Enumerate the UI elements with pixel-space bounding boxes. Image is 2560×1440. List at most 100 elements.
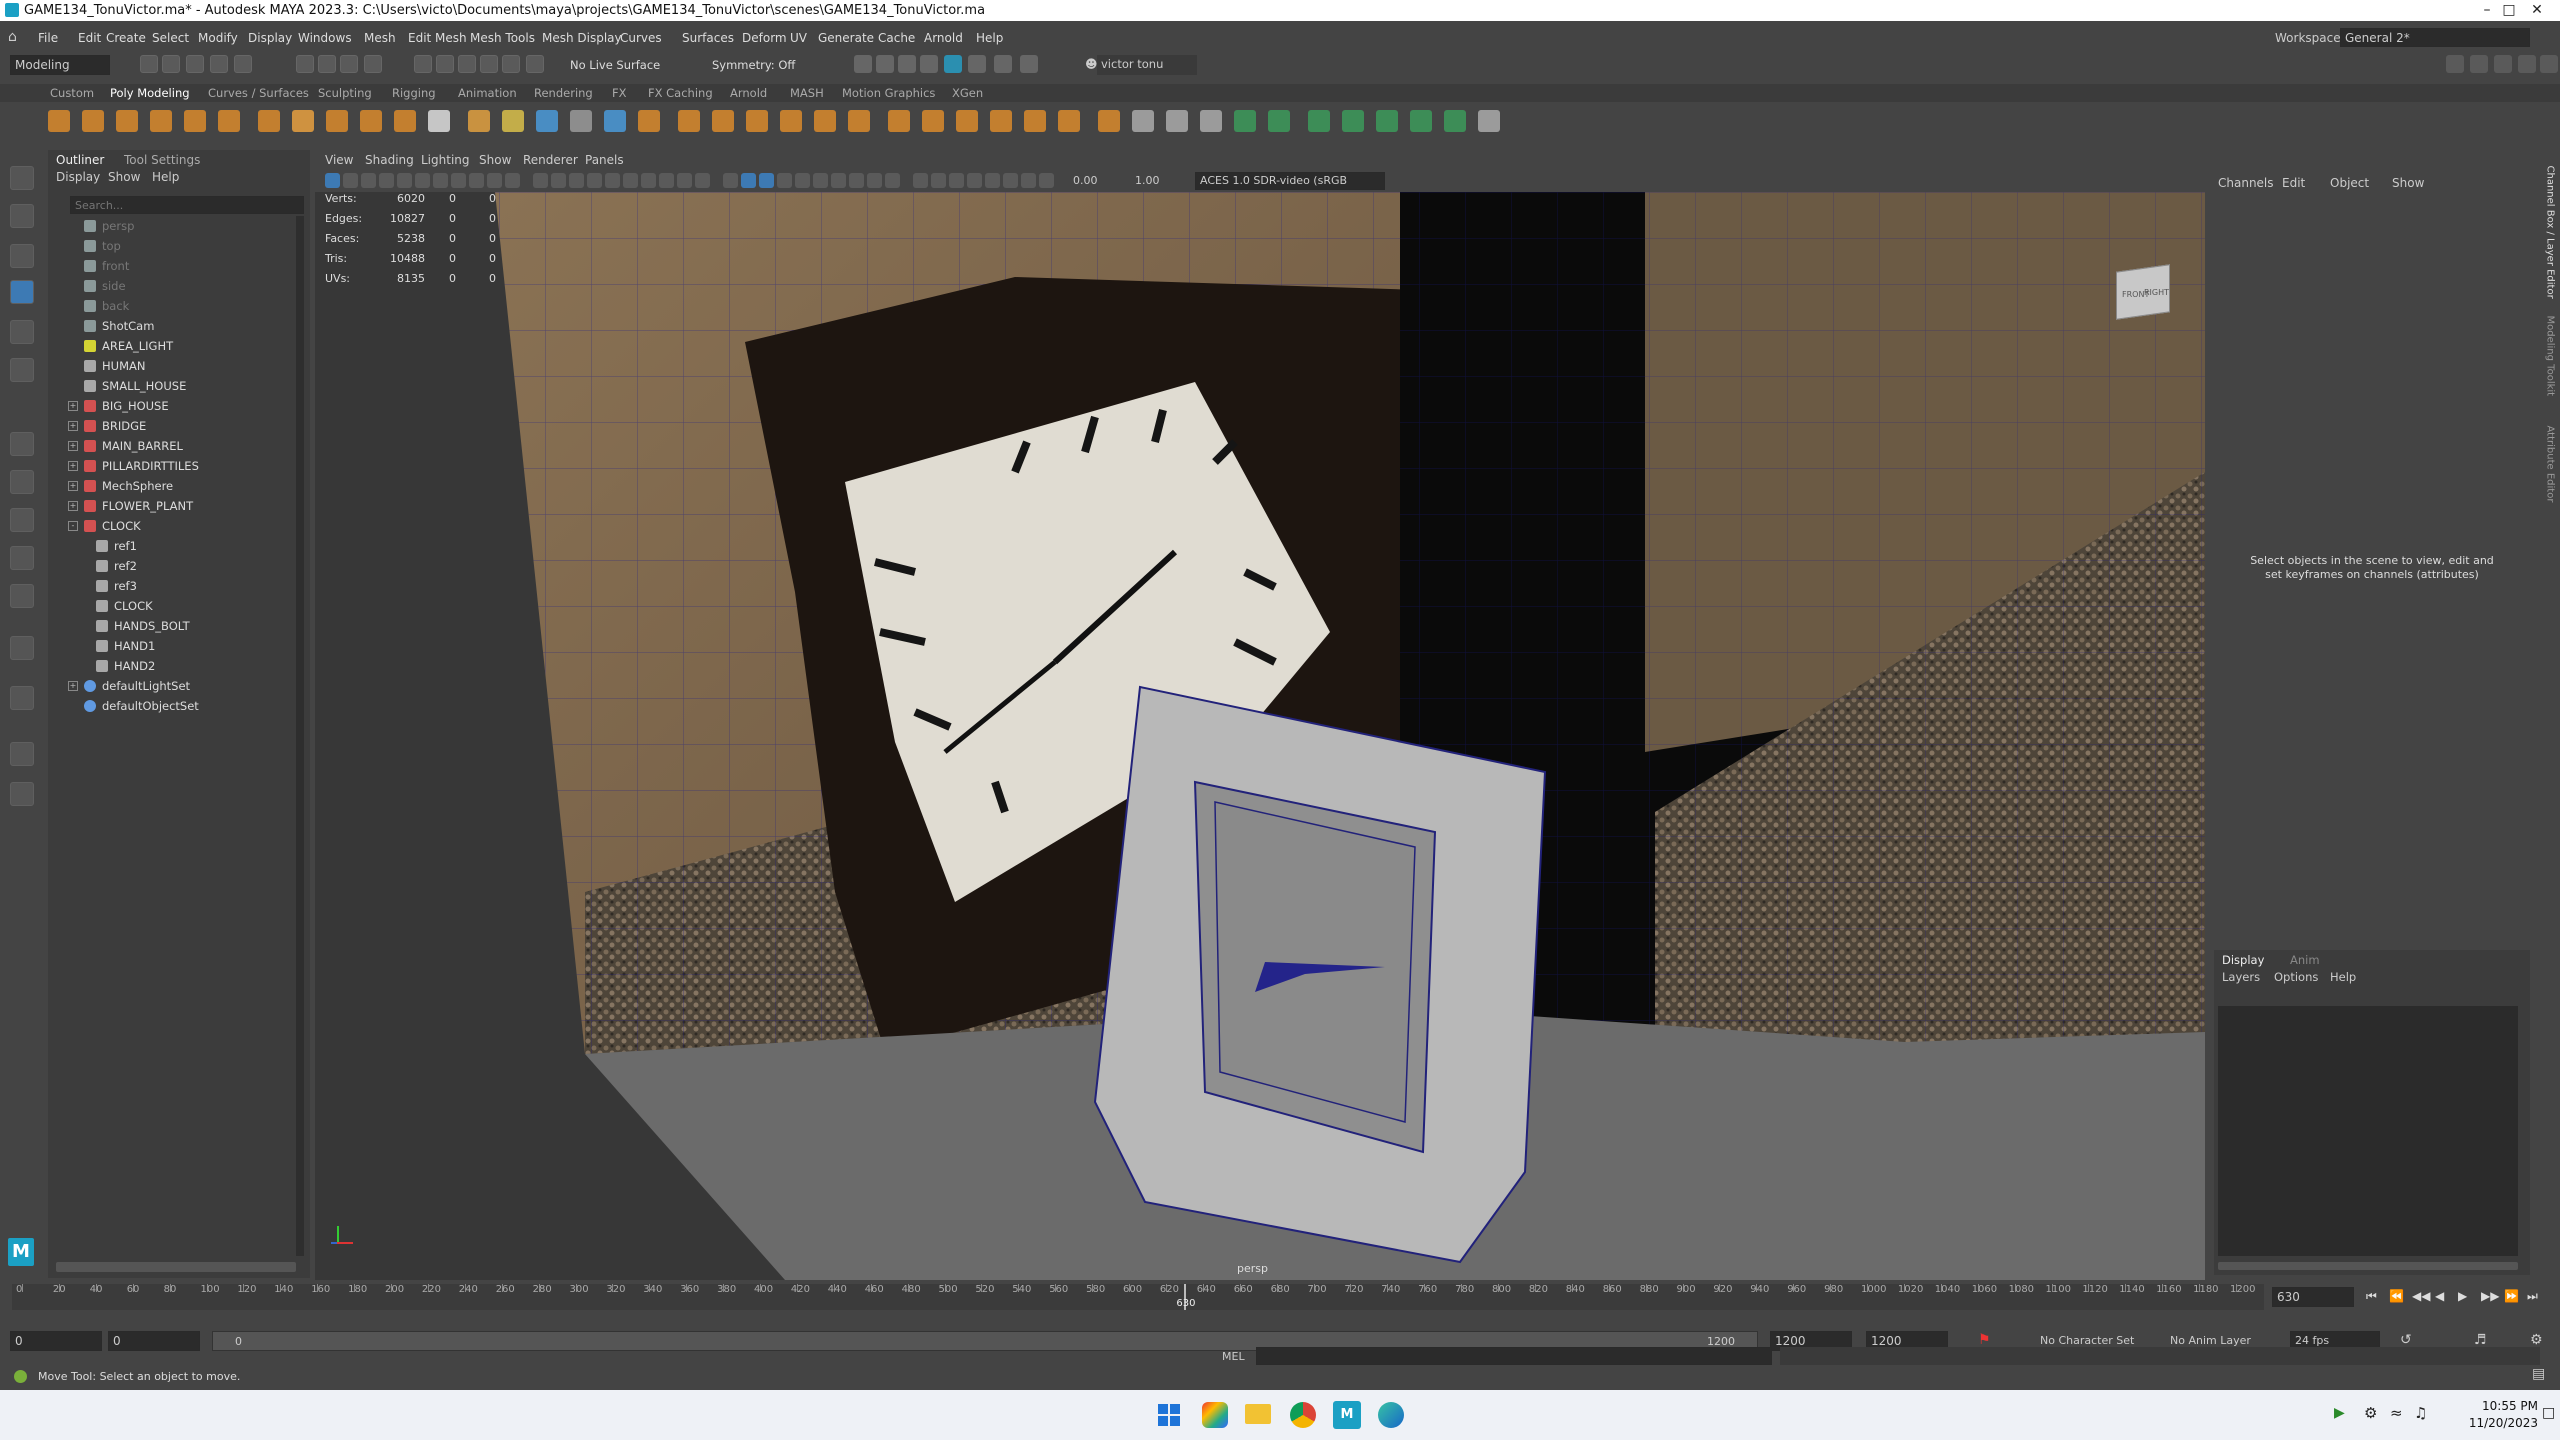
soft-select-icon[interactable] [10,470,34,494]
viewport-menu-show[interactable]: Show [479,153,511,167]
side-tab-modeling-toolkit[interactable]: Modeling Toolkit [2545,316,2556,416]
render-tool-icon[interactable] [898,55,916,73]
shelf-tool-icon[interactable] [258,110,280,132]
shelf-tool-icon[interactable] [360,110,382,132]
shelf-tool-icon[interactable] [638,110,660,132]
viewport-tool-icon[interactable] [587,173,602,188]
render-tool-icon[interactable] [854,55,872,73]
expand-toggle-icon[interactable]: + [68,401,78,411]
script-lang-label[interactable]: MEL [1222,1350,1245,1363]
shelf-tool-icon[interactable] [502,110,524,132]
shelf-tool-icon[interactable] [218,110,240,132]
user-select[interactable]: victor tonu [1097,55,1197,75]
viewport-tool-icon[interactable] [885,173,900,188]
step-back-key-icon[interactable]: ⏪ [2389,1289,2404,1303]
shelf-tool-icon[interactable] [848,110,870,132]
outliner-menu-display[interactable]: Display [56,170,100,184]
shelf-tool-icon[interactable] [1234,110,1256,132]
viewport-tool-icon[interactable] [487,173,502,188]
viewport-menu-lighting[interactable]: Lighting [421,153,470,167]
file-explorer-icon[interactable] [1245,1404,1271,1424]
shelf-tool-icon[interactable] [82,110,104,132]
select-tool-icon[interactable] [10,166,34,190]
shelf-tool-icon[interactable] [1024,110,1046,132]
workspace-select[interactable]: General 2* [2340,28,2530,47]
mode-select[interactable]: Modeling [10,55,110,75]
shelf-tool-icon[interactable] [888,110,910,132]
shelf-tab-animation[interactable]: Animation [458,86,517,100]
shelf-tab-rigging[interactable]: Rigging [392,86,436,100]
panel-toggle-icon[interactable] [2470,55,2488,73]
viewport-tool-icon[interactable] [849,173,864,188]
shelf-tab-arnold[interactable]: Arnold [730,86,767,100]
viewport-tool-icon[interactable] [505,173,520,188]
viewport-tool-icon[interactable] [1039,173,1054,188]
outliner-item[interactable]: side [48,276,298,296]
outliner-item[interactable]: ref3 [48,576,298,596]
shelf-tool-icon[interactable] [1098,110,1120,132]
expand-toggle-icon[interactable]: + [68,681,78,691]
chrome-icon[interactable] [1290,1402,1316,1428]
menu-cache[interactable]: Cache [878,31,915,45]
outliner-item[interactable]: ShotCam [48,316,298,336]
outliner-item[interactable]: + BIG_HOUSE [48,396,298,416]
tab-outliner[interactable]: Outliner [56,153,104,167]
go-to-start-icon[interactable]: ⏮ [2366,1289,2377,1304]
time-slider[interactable]: 0 20 40 60 80 100 120 140 160 180 200 220 240 260 280 3… [0,1282,2560,1314]
maya-taskbar-icon[interactable]: M [1333,1401,1361,1429]
layer-hscrollbar[interactable] [2218,1262,2518,1270]
side-tab-channel-box[interactable]: Channel Box / Layer Editor [2545,166,2556,306]
shelf-tool-icon[interactable] [468,110,490,132]
outliner-item[interactable]: + defaultLightSet [48,676,298,696]
outliner-item[interactable]: CLOCK [48,596,298,616]
viewport-menu-renderer[interactable]: Renderer [523,153,578,167]
shelf-tool-icon[interactable] [1410,110,1432,132]
expand-toggle-icon[interactable]: + [68,441,78,451]
shelf-tab-poly-modeling[interactable]: Poly Modeling [110,86,190,100]
shelf-tool-icon[interactable] [1342,110,1364,132]
menu-arnold[interactable]: Arnold [924,31,963,45]
viewport-menu-view[interactable]: View [325,153,353,167]
status-tool-icon[interactable] [318,55,336,73]
shelf-tab-motion-graphics[interactable]: Motion Graphics [842,86,935,100]
status-tool-icon[interactable] [210,55,228,73]
render-tool-icon[interactable] [1020,55,1038,73]
outliner-item[interactable]: + PILLARDIRTTILES [48,456,298,476]
color-space-select[interactable]: ACES 1.0 SDR-video (sRGB [1195,172,1385,190]
clock-date[interactable]: 11/20/2023 [2468,1416,2538,1430]
viewport-tool-icon[interactable] [533,173,548,188]
outliner-item[interactable]: HAND2 [48,656,298,676]
menu-mesh-display[interactable]: Mesh Display [542,31,622,45]
shelf-tool-icon[interactable] [292,110,314,132]
layout-quad-icon[interactable] [10,636,34,660]
shelf-tool-icon[interactable] [922,110,944,132]
shelf-tab-sculpting[interactable]: Sculpting [318,86,372,100]
shelf-tool-icon[interactable] [604,110,626,132]
tab-tool-settings[interactable]: Tool Settings [124,153,200,167]
viewport-tool-icon[interactable] [967,173,982,188]
outliner-search-input[interactable] [70,196,304,214]
layout-two-icon[interactable] [10,584,34,608]
prefs-icon[interactable]: ⚙ [2530,1332,2543,1348]
menu-generate[interactable]: Generate [818,31,874,45]
play-forward-icon[interactable]: ▶ [2458,1289,2467,1303]
viewport-tool-icon[interactable] [659,173,674,188]
viewport-tool-icon[interactable] [741,173,756,188]
tray-arrow-icon[interactable]: ▶ [2334,1405,2345,1421]
status-tool-icon[interactable] [458,55,476,73]
menu-select[interactable]: Select [152,31,189,45]
menu-modify[interactable]: Modify [198,31,238,45]
paint-select-icon[interactable] [10,244,34,268]
outliner-item[interactable]: + FLOWER_PLANT [48,496,298,516]
sound-icon[interactable]: ♬ [2474,1332,2487,1348]
viewport-tool-icon[interactable] [867,173,882,188]
shelf-tool-icon[interactable] [570,110,592,132]
layer-menu-options[interactable]: Options [2274,970,2318,984]
notification-icon[interactable]: □ [2542,1405,2555,1421]
go-to-end-icon[interactable]: ⏭ [2527,1289,2538,1304]
channel-menu-channels[interactable]: Channels [2218,176,2274,190]
near-clip-value[interactable]: 0.00 [1073,174,1098,187]
viewport-tool-icon[interactable] [361,173,376,188]
side-tab-attribute-editor[interactable]: Attribute Editor [2545,426,2556,526]
outliner-item[interactable]: front [48,256,298,276]
